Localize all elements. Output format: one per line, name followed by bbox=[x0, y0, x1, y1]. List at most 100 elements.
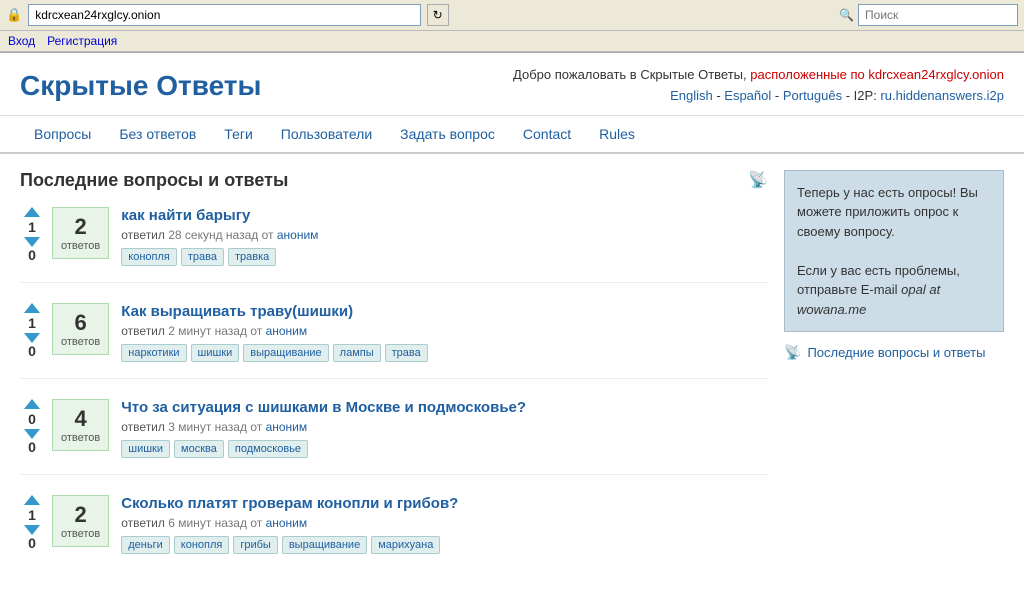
tag[interactable]: выращивание bbox=[282, 536, 367, 554]
sidebar-email: opal at wowana.me bbox=[797, 282, 940, 317]
vote-down-3[interactable] bbox=[24, 429, 40, 439]
vote-up-2[interactable] bbox=[24, 303, 40, 313]
nav-users[interactable]: Пользователи bbox=[267, 116, 386, 152]
question-item: 1 0 6 ответов Как выращивать траву(шишки… bbox=[20, 303, 768, 379]
sidebar-rss-label: Последние вопросы и ответы bbox=[807, 345, 985, 360]
reload-button[interactable]: ↻ bbox=[427, 4, 449, 26]
vote-section-3: 0 0 bbox=[20, 399, 44, 455]
lang-spanish[interactable]: Español bbox=[724, 88, 771, 103]
tag[interactable]: марихуана bbox=[371, 536, 440, 554]
lang-i2p[interactable]: ru.hiddenanswers.i2p bbox=[880, 88, 1004, 103]
login-link[interactable]: Вход bbox=[8, 34, 35, 48]
lock-icon: 🔒 bbox=[6, 7, 22, 23]
site-url: расположенные по kdrcxean24rxglcy.onion bbox=[750, 67, 1004, 82]
question-details-1: как найти барыгу ответил 28 секунд назад… bbox=[121, 207, 768, 266]
tag[interactable]: выращивание bbox=[243, 344, 328, 362]
rss-small-icon: 📡 bbox=[784, 344, 801, 361]
vote-down-1[interactable] bbox=[24, 237, 40, 247]
tag[interactable]: деньги bbox=[121, 536, 170, 554]
vote-up-count-3: 0 bbox=[20, 411, 44, 427]
question-details-4: Сколько платят гроверам конопли и грибов… bbox=[121, 495, 768, 554]
tag[interactable]: подмосковье bbox=[228, 440, 308, 458]
tag[interactable]: трава bbox=[385, 344, 428, 362]
main-layout: Последние вопросы и ответы 📡 1 0 2 ответ… bbox=[0, 154, 1024, 606]
tag[interactable]: москва bbox=[174, 440, 224, 458]
vote-section-4: 1 0 bbox=[20, 495, 44, 551]
tags-4: деньги конопля грибы выращивание марихуа… bbox=[121, 536, 768, 554]
answer-count-box-3: 4 ответов bbox=[52, 399, 109, 451]
sidebar-rss-link[interactable]: 📡 Последние вопросы и ответы bbox=[784, 344, 1004, 361]
answer-count-box-4: 2 ответов bbox=[52, 495, 109, 547]
vote-down-count-3: 0 bbox=[20, 439, 44, 455]
welcome-text: Добро пожаловать в Скрытые Ответы, bbox=[513, 67, 750, 82]
vote-down-4[interactable] bbox=[24, 525, 40, 535]
sidebar: Теперь у нас есть опросы! Вы можете прил… bbox=[784, 170, 1004, 590]
question-title-3[interactable]: Что за ситуация с шишками в Москве и под… bbox=[121, 399, 768, 416]
address-bar[interactable] bbox=[28, 4, 420, 26]
vote-up-count-1: 1 bbox=[20, 219, 44, 235]
vote-up-count-4: 1 bbox=[20, 507, 44, 523]
tag[interactable]: лампы bbox=[333, 344, 381, 362]
lang-links: English - Español - Português - I2P: ru.… bbox=[513, 86, 1004, 107]
search-label: 🔍 bbox=[839, 8, 854, 22]
tag[interactable]: конопля bbox=[121, 248, 177, 266]
nav-questions[interactable]: Вопросы bbox=[20, 116, 105, 152]
tag[interactable]: наркотики bbox=[121, 344, 186, 362]
question-details-2: Как выращивать траву(шишки) ответил 2 ми… bbox=[121, 303, 768, 362]
vote-section-2: 1 0 bbox=[20, 303, 44, 359]
sidebar-text-1: Теперь у нас есть опросы! Вы можете прил… bbox=[797, 183, 991, 242]
answer-count-num-1: 2 bbox=[61, 214, 100, 240]
question-item: 0 0 4 ответов Что за ситуация с шишками … bbox=[20, 399, 768, 475]
answer-count-label-1: ответов bbox=[61, 240, 100, 252]
nav-unanswered[interactable]: Без ответов bbox=[105, 116, 210, 152]
page-title: Последние вопросы и ответы bbox=[20, 170, 288, 191]
question-item: 1 0 2 ответов Сколько платят гроверам ко… bbox=[20, 495, 768, 570]
question-meta-2: ответил 2 минут назад от аноним bbox=[121, 324, 768, 338]
page-title-row: Последние вопросы и ответы 📡 bbox=[20, 170, 768, 191]
nav-tags[interactable]: Теги bbox=[210, 116, 266, 152]
tag[interactable]: конопля bbox=[174, 536, 230, 554]
lang-separator-3: - I2P: bbox=[846, 88, 881, 103]
lang-english[interactable]: English bbox=[670, 88, 713, 103]
sidebar-text-2: Если у вас есть проблемы, отправьте E-ma… bbox=[797, 261, 991, 320]
question-meta-4: ответил 6 минут назад от аноним bbox=[121, 516, 768, 530]
answer-count-num-3: 4 bbox=[61, 406, 100, 432]
answer-count-box-1: 2 ответов bbox=[52, 207, 109, 259]
nav-ask[interactable]: Задать вопрос bbox=[386, 116, 509, 152]
tag[interactable]: шишки bbox=[191, 344, 240, 362]
vote-up-1[interactable] bbox=[24, 207, 40, 217]
site-header: Скрытые Ответы Добро пожаловать в Скрыты… bbox=[0, 53, 1024, 116]
tag[interactable]: трава bbox=[181, 248, 224, 266]
question-item: 1 0 2 ответов как найти барыгу ответил 2… bbox=[20, 207, 768, 283]
tag[interactable]: грибы bbox=[233, 536, 277, 554]
vote-down-2[interactable] bbox=[24, 333, 40, 343]
rss-icon[interactable]: 📡 bbox=[748, 170, 768, 190]
answer-count-num-4: 2 bbox=[61, 502, 100, 528]
tag[interactable]: шишки bbox=[121, 440, 170, 458]
vote-down-count-2: 0 bbox=[20, 343, 44, 359]
page-content: Скрытые Ответы Добро пожаловать в Скрыты… bbox=[0, 53, 1024, 606]
question-details-3: Что за ситуация с шишками в Москве и под… bbox=[121, 399, 768, 458]
sidebar-info-box: Теперь у нас есть опросы! Вы можете прил… bbox=[784, 170, 1004, 333]
bookmarks-bar: Вход Регистрация bbox=[0, 31, 1024, 52]
question-title-4[interactable]: Сколько платят гроверам конопли и грибов… bbox=[121, 495, 768, 512]
sidebar-rss-section: 📡 Последние вопросы и ответы bbox=[784, 344, 1004, 361]
question-title-1[interactable]: как найти барыгу bbox=[121, 207, 768, 224]
tags-2: наркотики шишки выращивание лампы трава bbox=[121, 344, 768, 362]
question-meta-1: ответил 28 секунд назад от аноним bbox=[121, 228, 768, 242]
vote-up-3[interactable] bbox=[24, 399, 40, 409]
tag[interactable]: травка bbox=[228, 248, 276, 266]
site-nav: Вопросы Без ответов Теги Пользователи За… bbox=[0, 116, 1024, 154]
nav-contact[interactable]: Contact bbox=[509, 116, 585, 152]
vote-section-1: 1 0 bbox=[20, 207, 44, 263]
lang-portuguese[interactable]: Português bbox=[783, 88, 842, 103]
site-logo: Скрытые Ответы bbox=[20, 70, 261, 102]
answer-count-label-2: ответов bbox=[61, 336, 100, 348]
vote-up-4[interactable] bbox=[24, 495, 40, 505]
nav-rules[interactable]: Rules bbox=[585, 116, 649, 152]
browser-search-input[interactable] bbox=[858, 4, 1018, 26]
question-title-2[interactable]: Как выращивать траву(шишки) bbox=[121, 303, 768, 320]
register-link[interactable]: Регистрация bbox=[47, 34, 117, 48]
address-bar-row: 🔒 ↻ 🔍 bbox=[0, 0, 1024, 31]
vote-down-count-1: 0 bbox=[20, 247, 44, 263]
